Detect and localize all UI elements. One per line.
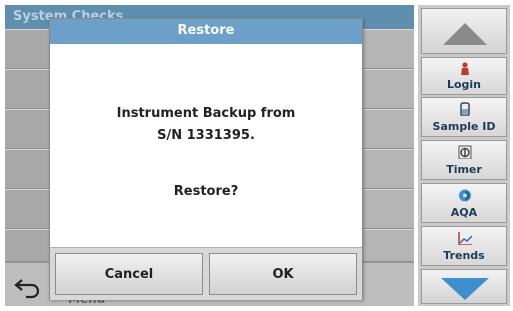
triangle-up-icon [443, 23, 487, 45]
dialog-body: Instrument Backup from S/N 1331395. Rest… [50, 44, 362, 252]
sidebar-item-trends[interactable]: Trends [421, 226, 507, 266]
sidebar-item-login[interactable]: Login [421, 57, 507, 95]
dialog-message-line-2: S/N 1331395. [157, 128, 255, 143]
back-button[interactable] [10, 270, 50, 300]
login-icon [461, 62, 469, 75]
scroll-up-button[interactable] [421, 8, 507, 54]
back-arrow-icon [14, 279, 40, 299]
timer-icon [458, 145, 472, 159]
sidebar-item-label: Login [446, 78, 482, 91]
sample-id-icon [460, 102, 470, 116]
trends-icon [458, 232, 473, 245]
sidebar: Login Sample ID Timer AQA Trends [418, 5, 510, 306]
cancel-button[interactable]: Cancel [55, 253, 203, 295]
restore-dialog: Restore Instrument Backup from S/N 13313… [49, 18, 363, 300]
sidebar-item-sample-id[interactable]: Sample ID [421, 97, 507, 137]
triangle-down-icon [441, 278, 489, 300]
sidebar-item-timer[interactable]: Timer [421, 140, 507, 180]
screen: System Checks Menu Login [0, 0, 513, 311]
sidebar-item-label: Timer [446, 163, 482, 176]
sidebar-item-label: AQA [450, 206, 478, 219]
aqa-icon [459, 189, 471, 202]
dialog-title: Restore [177, 23, 235, 38]
dialog-footer: Cancel OK [50, 247, 362, 300]
scroll-down-button[interactable] [421, 269, 507, 304]
dialog-question: Restore? [173, 184, 239, 199]
sidebar-item-label: Sample ID [432, 120, 496, 133]
dialog-message-line-1: Instrument Backup from [116, 106, 296, 121]
dialog-header: Restore [50, 19, 362, 44]
ok-button[interactable]: OK [209, 253, 357, 295]
sidebar-item-label: Trends [443, 249, 485, 262]
sidebar-item-aqa[interactable]: AQA [421, 183, 507, 223]
